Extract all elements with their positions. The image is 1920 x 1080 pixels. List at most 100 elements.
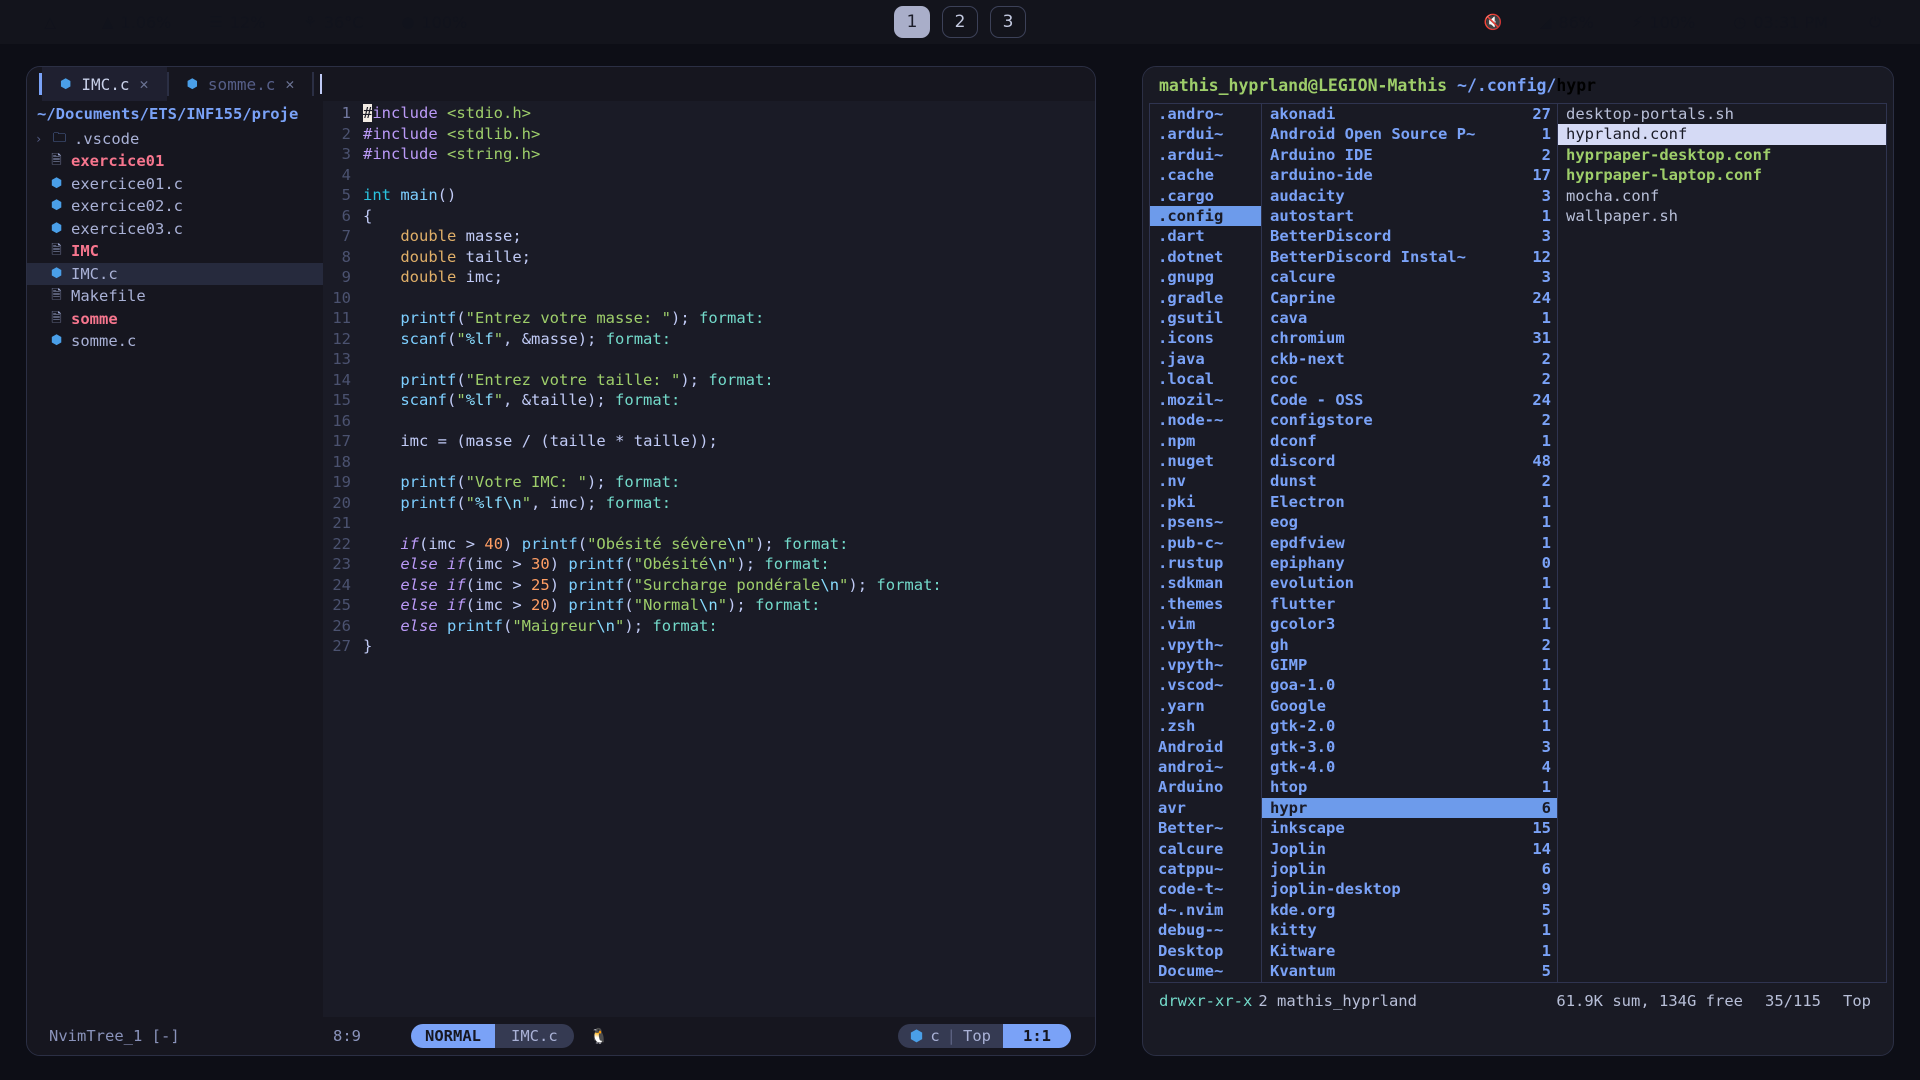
fm-parent-item[interactable]: .icons <box>1150 328 1261 348</box>
code-line[interactable]: 8 double taille; <box>323 247 1095 268</box>
fm-parent-item[interactable]: .psens~ <box>1150 512 1261 532</box>
fm-directory-item[interactable]: hypr6 <box>1262 798 1557 818</box>
fm-parent-item[interactable]: .vpyth~ <box>1150 635 1261 655</box>
code-area[interactable]: 1#include <stdio.h>2#include <stdlib.h>3… <box>323 101 1095 1017</box>
fm-directory-item[interactable]: joplin-desktop9 <box>1262 879 1557 899</box>
fm-parent-item[interactable]: .gradle <box>1150 288 1261 308</box>
fm-directory-item[interactable]: configstore2 <box>1262 410 1557 430</box>
fm-directory-item[interactable]: epiphany0 <box>1262 553 1557 573</box>
fm-directory-item[interactable]: ckb-next2 <box>1262 349 1557 369</box>
fm-directory-item[interactable]: inkscape15 <box>1262 818 1557 838</box>
fm-directory-item[interactable]: gtk-4.04 <box>1262 757 1557 777</box>
file-tree-sidebar[interactable]: ~/Documents/ETS/INF155/proje ›🗀.vscode🗎e… <box>27 101 323 1017</box>
code-line[interactable]: 15 scanf("%lf", &taille); format: <box>323 390 1095 411</box>
fm-parent-item[interactable]: .pki <box>1150 492 1261 512</box>
code-line[interactable]: 11 printf("Entrez votre masse: "); forma… <box>323 308 1095 329</box>
fm-directory-item[interactable]: discord48 <box>1262 451 1557 471</box>
fm-parent-item[interactable]: .yarn <box>1150 696 1261 716</box>
fm-directory-item[interactable]: gcolor31 <box>1262 614 1557 634</box>
fm-parent-item[interactable]: .cache <box>1150 165 1261 185</box>
fm-parent-item[interactable]: calcure <box>1150 839 1261 859</box>
fm-parent-item[interactable]: .pub-c~ <box>1150 533 1261 553</box>
fm-parent-item[interactable]: code-t~ <box>1150 879 1261 899</box>
workspace-1[interactable]: 1 <box>894 6 930 38</box>
file-tree-item[interactable]: ⬢somme.c <box>27 330 323 353</box>
fm-directory-item[interactable]: evolution1 <box>1262 573 1557 593</box>
fm-parent-item[interactable]: androi~ <box>1150 757 1261 777</box>
file-tree-item[interactable]: ⬢exercice03.c <box>27 218 323 241</box>
fm-directory-item[interactable]: gtk-2.01 <box>1262 716 1557 736</box>
fm-parent-item[interactable]: .node-~ <box>1150 410 1261 430</box>
fm-directory-item[interactable]: Electron1 <box>1262 492 1557 512</box>
fm-directory-item[interactable]: autostart1 <box>1262 206 1557 226</box>
fm-directory-item[interactable]: joplin6 <box>1262 859 1557 879</box>
code-line[interactable]: 23 else if(imc > 30) printf("Obésité\n")… <box>323 554 1095 575</box>
file-tree-item[interactable]: 🗎somme <box>27 308 323 331</box>
fm-directory-item[interactable]: kde.org5 <box>1262 900 1557 920</box>
fm-directory-item[interactable]: Kitware1 <box>1262 941 1557 961</box>
brightness-pill[interactable]: ● 100% <box>387 6 481 38</box>
fm-parent-column[interactable]: .andro~.ardui~.ardui~.cache.cargo.config… <box>1150 104 1262 982</box>
fm-directory-item[interactable]: epdfview1 <box>1262 533 1557 553</box>
memory-usage-pill[interactable]: ☰ 12% <box>195 6 279 38</box>
fm-directory-item[interactable]: Android Open Source P~1 <box>1262 124 1557 144</box>
fm-directory-item[interactable]: gtk-3.03 <box>1262 737 1557 757</box>
code-line[interactable]: 18 <box>323 452 1095 473</box>
fm-parent-item[interactable]: .mozil~ <box>1150 390 1261 410</box>
wifi-pill[interactable]: ◢ 86% <box>1526 6 1608 38</box>
fm-directory-item[interactable]: flutter1 <box>1262 594 1557 614</box>
arch-logo-button[interactable]: △ <box>22 6 78 38</box>
workspace-3[interactable]: 3 <box>990 6 1026 38</box>
fm-directory-item[interactable]: BetterDiscord Instal~12 <box>1262 247 1557 267</box>
file-tree-item[interactable]: ›🗀.vscode <box>27 128 323 151</box>
fm-parent-item[interactable]: Better~ <box>1150 818 1261 838</box>
code-line[interactable]: 9 double imc; <box>323 267 1095 288</box>
close-icon[interactable]: ✕ <box>140 75 149 93</box>
fm-preview-column[interactable]: desktop-portals.shhyprland.confhyprpaper… <box>1558 104 1886 982</box>
fm-parent-item[interactable]: .local <box>1150 369 1261 389</box>
workspace-2[interactable]: 2 <box>942 6 978 38</box>
file-tree-item[interactable]: 🗎exercice01 <box>27 150 323 173</box>
fm-parent-item[interactable]: .gsutil <box>1150 308 1261 328</box>
fm-parent-item[interactable]: .zsh <box>1150 716 1261 736</box>
battery-pill[interactable]: ⚡ 100% <box>1618 6 1709 38</box>
editor-tab-imc-c[interactable]: ⬢ IMC.c ✕ <box>42 67 167 101</box>
fm-parent-item[interactable]: .java <box>1150 349 1261 369</box>
fm-parent-item[interactable]: .themes <box>1150 594 1261 614</box>
code-line[interactable]: 7 double masse; <box>323 226 1095 247</box>
fm-parent-item[interactable]: Docume~ <box>1150 961 1261 981</box>
fm-parent-item[interactable]: .ardui~ <box>1150 145 1261 165</box>
clock-pill[interactable]: ◷ 03:31 PM <box>1719 6 1842 38</box>
file-tree-item[interactable]: ⬢exercice02.c <box>27 195 323 218</box>
fm-directory-item[interactable]: GIMP1 <box>1262 655 1557 675</box>
code-line[interactable]: 27} <box>323 636 1095 657</box>
fm-parent-item[interactable]: .vpyth~ <box>1150 655 1261 675</box>
code-line[interactable]: 22 if(imc > 40) printf("Obésité sévère\n… <box>323 534 1095 555</box>
editor-tab-somme-c[interactable]: ⬢ somme.c ✕ <box>169 67 313 101</box>
fm-directory-item[interactable]: Caprine24 <box>1262 288 1557 308</box>
fm-parent-item[interactable]: .rustup <box>1150 553 1261 573</box>
fm-parent-item[interactable]: .nv <box>1150 471 1261 491</box>
fm-parent-item[interactable]: .dart <box>1150 226 1261 246</box>
fm-directory-item[interactable]: coc2 <box>1262 369 1557 389</box>
fm-directory-item[interactable]: gh2 <box>1262 635 1557 655</box>
fm-parent-item[interactable]: .nuget <box>1150 451 1261 471</box>
fm-parent-item[interactable]: .vim <box>1150 614 1261 634</box>
fm-parent-item[interactable]: .config <box>1150 206 1261 226</box>
fm-parent-item[interactable]: .gnupg <box>1150 267 1261 287</box>
cpu-usage-pill[interactable]: ▲ 1.06% <box>88 6 185 38</box>
fm-parent-item[interactable]: .npm <box>1150 431 1261 451</box>
fm-directory-item[interactable]: calcure3 <box>1262 267 1557 287</box>
fm-parent-item[interactable]: catppu~ <box>1150 859 1261 879</box>
code-line[interactable]: 26 else printf("Maigreur\n"); format: <box>323 616 1095 637</box>
file-tree-item[interactable]: ⬢exercice01.c <box>27 173 323 196</box>
code-line[interactable]: 4 <box>323 165 1095 186</box>
code-line[interactable]: 1#include <stdio.h> <box>323 103 1095 124</box>
code-line[interactable]: 17 imc = (masse / (taille * taille)); <box>323 431 1095 452</box>
fm-directory-item[interactable]: akonadi27 <box>1262 104 1557 124</box>
code-line[interactable]: 5int main() <box>323 185 1095 206</box>
fm-file-item[interactable]: wallpaper.sh <box>1558 206 1886 226</box>
temperature-pill[interactable]: ⚘ 36°C <box>289 6 377 38</box>
code-line[interactable]: 16 <box>323 411 1095 432</box>
fm-parent-item[interactable]: debug-~ <box>1150 920 1261 940</box>
